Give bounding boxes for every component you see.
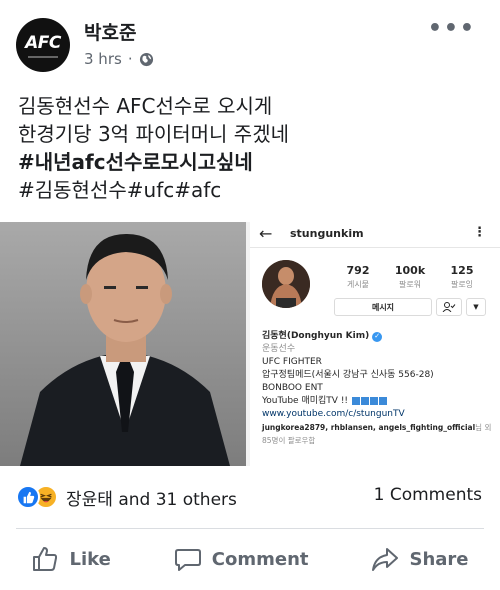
ig-message-button: 메시지 [334, 298, 432, 316]
emoji-icon [378, 396, 387, 405]
ig-bio-link: www.youtube.com/c/stungunTV [262, 409, 405, 419]
ig-bio: 김동현(Donghyun Kim) ✓ 운동선수 UFC FIGHTER 압구정… [262, 330, 494, 447]
ig-bio-line: UFC FIGHTER [262, 357, 322, 367]
emoji-icon [369, 396, 378, 405]
ig-followed-by-more: 85명이 팔로우합 [262, 436, 316, 445]
share-button[interactable]: Share [371, 545, 469, 573]
ig-username: stungunkim [290, 227, 364, 240]
emoji-icon [351, 396, 360, 405]
afc-logo: AFC [25, 32, 61, 53]
post-header: AFC 박호준 3 hrs · ••• [0, 0, 500, 90]
post-line: 한경기당 3억 파이터머니 주겠네 [18, 122, 289, 146]
avatar[interactable]: AFC [16, 18, 70, 72]
share-icon [372, 548, 399, 571]
share-label: Share [409, 548, 469, 570]
comments-count[interactable]: 1 Comments [374, 485, 482, 505]
ig-avatar [262, 260, 310, 308]
ig-bio-line: 압구정팀메드(서울시 강남구 신사동 556-28) [262, 370, 434, 380]
ig-display-name: 김동현(Donghyun Kim) [262, 331, 370, 341]
ig-following-icon [436, 298, 462, 316]
more-options-icon[interactable]: ••• [428, 16, 476, 41]
comment-label: Comment [211, 548, 309, 570]
reactions-summary[interactable]: 장윤태 and 31 others [16, 480, 237, 514]
back-arrow-icon: ← [259, 224, 273, 243]
ig-followed-by: jungkorea2879, rhblansen, angels_fightin… [262, 423, 492, 432]
author-name[interactable]: 박호준 [84, 18, 136, 45]
verified-badge-icon: ✓ [372, 331, 383, 342]
instagram-profile-screenshot: ← stungunkim ⋮ 792 게시물 100k 팔로워 125 팔로잉 … [250, 222, 500, 466]
hashtag-line[interactable]: #내년afc선수로모시고싶네 [18, 148, 488, 176]
hashtag-line[interactable]: #김동현선수#ufc#afc [18, 176, 488, 204]
like-button[interactable]: Like [31, 545, 111, 573]
ig-stat-posts: 792 게시물 [346, 264, 370, 289]
post-line: 김동현선수 AFC선수로 오시게 [18, 94, 273, 118]
globe-icon[interactable] [139, 52, 154, 67]
ig-stat-followers: 100k 팔로워 [394, 264, 426, 289]
post-time[interactable]: 3 hrs [84, 50, 122, 68]
ig-dropdown-icon: ▼ [466, 298, 486, 316]
reactions-text[interactable]: 장윤태 and 31 others [66, 485, 237, 510]
comment-icon [174, 549, 201, 571]
comment-button[interactable]: Comment [174, 545, 309, 573]
post-image[interactable]: ← stungunkim ⋮ 792 게시물 100k 팔로워 125 팔로잉 … [0, 222, 500, 466]
ig-stat-following: 125 팔로잉 [450, 264, 474, 289]
fighter-photo [0, 222, 246, 466]
ig-bio-line: YouTube 매미킴TV !! [262, 395, 494, 408]
ig-bio-line: BONBOO ENT [262, 383, 323, 393]
ig-stats: 792 게시물 100k 팔로워 125 팔로잉 [334, 264, 486, 290]
divider [16, 528, 484, 529]
post-body: 김동현선수 AFC선수로 오시게 한경기당 3억 파이터머니 주겠네 #내년af… [18, 92, 488, 204]
like-reaction-icon [16, 485, 40, 509]
ig-topbar: ← stungunkim ⋮ [250, 222, 500, 248]
ig-category: 운동선수 [262, 344, 296, 354]
action-bar: Like Comment Share [0, 534, 500, 584]
thumbs-up-icon [33, 547, 58, 571]
like-label: Like [69, 548, 111, 570]
kebab-menu-icon: ⋮ [473, 225, 486, 240]
post-meta: 3 hrs · [84, 50, 154, 68]
emoji-icon [360, 396, 369, 405]
